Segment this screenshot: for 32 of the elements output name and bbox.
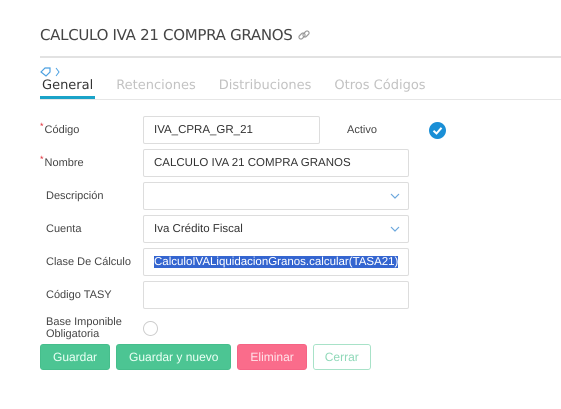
tag-icon[interactable] [40,67,51,77]
button[interactable]: Cerrar [312,344,371,370]
field-label: Cuenta [45,223,82,235]
field-label: Base Imponible Obligatoria [45,316,123,340]
field-label: Clase De Cálculo [45,256,131,268]
field-label: Descripción [45,190,104,202]
field-label: Activo [347,124,378,136]
input-field[interactable]: CalculoIVALiquidacionGranos.calcular(TASA21) [143,248,409,276]
tab[interactable]: Otros Códigos [332,77,428,99]
button[interactable]: Guardar [40,344,110,370]
chevron-right-icon[interactable] [55,67,60,77]
button[interactable]: Guardar y nuevo [116,344,232,370]
field-label: Código [44,124,80,136]
input-field[interactable] [143,281,409,309]
tab[interactable]: Retenciones [114,77,198,99]
button[interactable]: Eliminar [237,344,307,370]
chevron-down-icon[interactable] [390,193,400,199]
select-field[interactable]: Iva Crédito Fiscal [143,215,409,243]
link-icon[interactable] [296,28,311,42]
chevron-down-icon[interactable] [390,226,400,232]
page-title: CALCULO IVA 21 COMPRA GRANOS [40,26,293,44]
checkmark-icon[interactable] [429,122,446,138]
toggle[interactable] [143,320,158,336]
select-field[interactable] [143,182,409,210]
field-label: Código TASY [45,289,112,301]
required-mark: * [40,120,44,132]
input-field[interactable]: CALCULO IVA 21 COMPRA GRANOS [143,149,409,177]
required-mark: * [40,153,44,165]
tab[interactable]: General [40,77,96,99]
field-label: Nombre [44,157,84,169]
tab[interactable]: Distribuciones [216,77,314,99]
input-field[interactable]: IVA_CPRA_GR_21 [143,116,320,144]
